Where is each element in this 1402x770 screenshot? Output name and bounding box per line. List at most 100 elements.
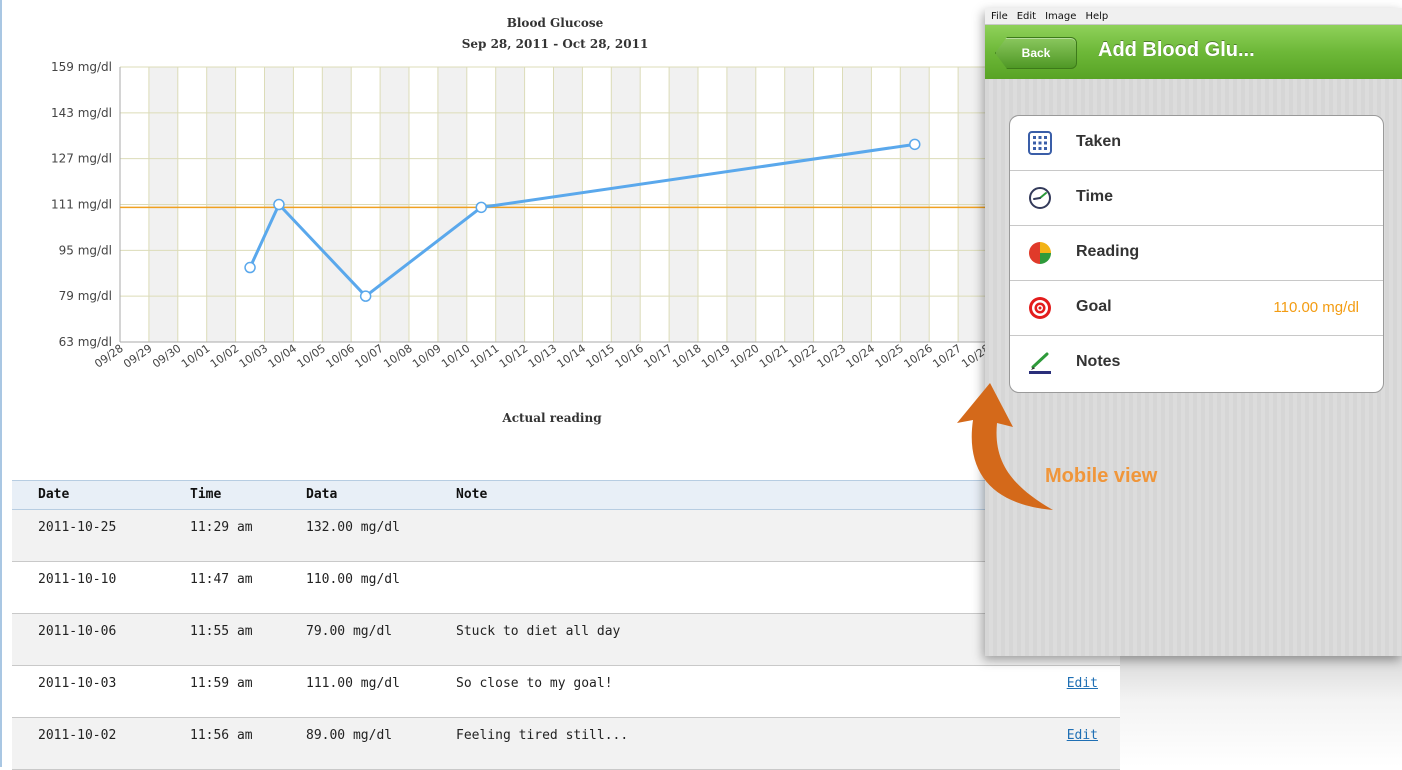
x-tick-label: 10/10 [439, 342, 472, 371]
target-icon [1029, 297, 1051, 319]
page-title: Add Blood Glu... [1098, 39, 1255, 61]
mobile-view-label: Mobile view [1045, 465, 1158, 487]
x-tick-label: 10/03 [237, 342, 270, 371]
table-row: 2011-10-25 11:29 am 132.00 mg/dl [12, 510, 1120, 562]
x-tick-label: 10/22 [786, 342, 819, 371]
y-tick-label: 95 mg/dl [59, 243, 112, 257]
data-point [273, 198, 285, 211]
x-tick-label: 10/18 [670, 342, 703, 371]
cell-label: Taken [1076, 133, 1122, 150]
row-date: 2011-10-03 [38, 676, 117, 691]
table-row: 2011-10-02 11:56 am 89.00 mg/dl Feeling … [12, 718, 1120, 770]
menu-file[interactable]: File [991, 11, 1008, 22]
header-date: Date [38, 487, 70, 502]
x-tick-label: 09/30 [150, 342, 183, 371]
row-time: 11:55 am [190, 624, 253, 639]
y-tick-label: 111 mg/dl [51, 198, 112, 212]
row-time: 11:29 am [190, 520, 253, 535]
goal-value: 110.00 mg/dl [1273, 299, 1359, 316]
x-tick-label: 10/26 [901, 342, 934, 371]
cell-notes[interactable]: Notes [1010, 336, 1383, 390]
row-date: 2011-10-06 [38, 624, 117, 639]
row-data: 110.00 mg/dl [306, 572, 400, 587]
header-time: Time [190, 487, 222, 502]
calendar-icon [1028, 131, 1052, 155]
row-data: 79.00 mg/dl [306, 624, 393, 639]
chart-title: Blood Glucose [507, 16, 604, 30]
pen-icon [1029, 352, 1051, 374]
row-data: 111.00 mg/dl [306, 676, 400, 691]
x-tick-label: 10/13 [526, 342, 559, 371]
row-note: Stuck to diet all day [456, 624, 621, 639]
table-row: 2011-10-03 11:59 am 111.00 mg/dl So clos… [12, 666, 1120, 718]
x-tick-label: 10/14 [555, 342, 588, 371]
x-tick-label: 09/29 [121, 342, 154, 371]
data-point [244, 261, 256, 274]
form-group: Taken Time Reading Goal 110.00 mg/dl Not… [1009, 115, 1384, 393]
clock-icon [1029, 187, 1051, 209]
menu-help[interactable]: Help [1085, 11, 1108, 22]
x-axis-label: Actual reading [501, 411, 602, 425]
x-tick-label: 10/12 [497, 342, 530, 371]
x-tick-label: 10/21 [757, 342, 790, 371]
menu-bar: File Edit Image Help [985, 8, 1402, 25]
x-tick-label: 10/24 [844, 342, 877, 371]
cell-time[interactable]: Time [1010, 171, 1383, 226]
row-data: 132.00 mg/dl [306, 520, 400, 535]
table-row: 2011-10-06 11:55 am 79.00 mg/dl Stuck to… [12, 614, 1120, 666]
readings-table: Date Time Data Note 2011-10-25 11:29 am … [12, 480, 1120, 770]
x-tick-label: 10/05 [295, 342, 328, 371]
y-tick-label: 63 mg/dl [59, 335, 112, 349]
x-tick-label: 10/15 [584, 342, 617, 371]
row-date: 2011-10-25 [38, 520, 117, 535]
back-button[interactable]: Back [995, 37, 1077, 69]
menu-image[interactable]: Image [1045, 11, 1076, 22]
row-note: So close to my goal! [456, 676, 613, 691]
x-tick-label: 10/23 [815, 342, 848, 371]
x-tick-label: 10/16 [612, 342, 645, 371]
cell-taken[interactable]: Taken [1010, 116, 1383, 171]
edit-link[interactable]: Edit [1067, 728, 1098, 743]
nav-bar: Back Add Blood Glu... [985, 25, 1402, 80]
chart-subtitle: Sep 28, 2011 - Oct 28, 2011 [462, 37, 649, 51]
edit-link[interactable]: Edit [1067, 676, 1098, 691]
row-time: 11:47 am [190, 572, 253, 587]
cell-goal[interactable]: Goal 110.00 mg/dl [1010, 281, 1383, 336]
x-tick-label: 10/02 [208, 342, 241, 371]
x-tick-label: 10/28 [959, 342, 987, 371]
x-tick-label: 10/17 [641, 342, 674, 371]
x-tick-label: 10/04 [266, 342, 299, 371]
data-point [475, 201, 487, 214]
row-time: 11:56 am [190, 728, 253, 743]
cell-label: Time [1076, 188, 1114, 205]
cell-label: Goal [1076, 298, 1112, 315]
cell-label: Notes [1076, 353, 1121, 370]
row-date: 2011-10-02 [38, 728, 117, 743]
x-tick-label: 10/19 [699, 342, 732, 371]
row-date: 2011-10-10 [38, 572, 117, 587]
x-tick-label: 10/11 [468, 342, 501, 371]
cell-label: Reading [1076, 243, 1140, 260]
x-tick-label: 10/20 [728, 342, 761, 371]
blood-glucose-chart: 159 mg/dl 143 mg/dl 127 mg/dl 111 mg/dl 95 m… [51, 16, 987, 425]
cell-reading[interactable]: Reading [1010, 226, 1383, 281]
row-note: Feeling tired still... [456, 728, 629, 743]
y-tick-label: 143 mg/dl [51, 106, 112, 120]
panel-shadow [1120, 655, 1402, 767]
menu-edit[interactable]: Edit [1017, 11, 1036, 22]
y-tick-label: 159 mg/dl [51, 60, 112, 74]
pie-chart-icon [1029, 242, 1051, 264]
row-time: 11:59 am [190, 676, 253, 691]
x-tick-label: 10/01 [179, 342, 212, 371]
y-tick-label: 79 mg/dl [59, 289, 112, 303]
table-row: 2011-10-10 11:47 am 110.00 mg/dl [12, 562, 1120, 614]
x-tick-label: 10/25 [873, 342, 906, 371]
data-point [359, 290, 372, 302]
x-tick-label: 10/07 [352, 342, 385, 371]
y-tick-label: 127 mg/dl [51, 152, 112, 166]
curved-arrow-icon [957, 383, 1053, 510]
x-tick-label: 10/08 [381, 342, 414, 371]
header-data: Data [306, 487, 338, 502]
row-data: 89.00 mg/dl [306, 728, 393, 743]
header-note: Note [456, 487, 488, 502]
